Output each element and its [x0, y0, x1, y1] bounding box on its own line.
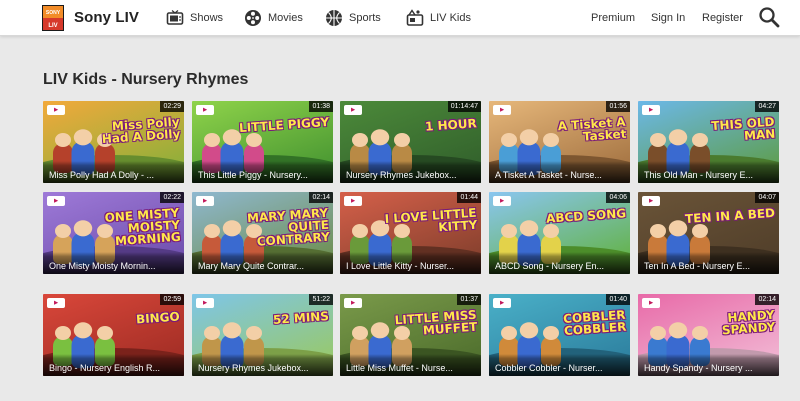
video-card[interactable]: A Tisket A Tasket ▶ 01:56 A Tisket A Tasket…	[489, 101, 630, 183]
video-card[interactable]: COBBLER COBBLER ▶ 01:40 Cobbler Cobbler - N…	[489, 294, 630, 376]
video-card[interactable]: TEN IN A BED ▶ 04:07 Ten In A Bed - Nursery…	[638, 192, 779, 274]
liv-kids-badge-icon: ▶	[47, 196, 65, 206]
video-card[interactable]: MARY MARY QUITE CONTRARY ▶ 02:14 Mary Mary …	[192, 192, 333, 274]
video-title[interactable]: This Little Piggy - Nursery...	[192, 161, 333, 183]
video-card[interactable]: ONE MISTY MOISTY MORNING ▶ 02:22 One Misty …	[43, 192, 184, 274]
nav-sports-label: Sports	[349, 12, 381, 24]
svg-text:SONY: SONY	[46, 10, 61, 16]
ball-icon	[326, 10, 342, 26]
video-title[interactable]: Miss Polly Had A Dolly - ...	[43, 161, 184, 183]
video-card[interactable]: LITTLE PIGGY ▶ 01:38 This Little Piggy - Nu…	[192, 101, 333, 183]
svg-text:LIV: LIV	[48, 23, 57, 29]
sony-liv-logo-icon[interactable]: SONY LIV	[42, 5, 64, 31]
liv-kids-badge-icon: ▶	[642, 196, 660, 206]
video-duration: 01:44	[457, 192, 481, 203]
video-card[interactable]: THIS OLD MAN ▶ 04:27 This Old Man - Nursery…	[638, 101, 779, 183]
thumbnail-art-title: 52 MINS	[272, 309, 330, 327]
thumbnail-art-title: ONE MISTY MOISTY MORNING	[104, 205, 182, 249]
video-duration: 01:14:47	[447, 101, 481, 112]
liv-kids-badge-icon: ▶	[47, 298, 65, 308]
video-duration: 01:40	[606, 294, 630, 305]
liv-kids-badge-icon: ▶	[344, 298, 362, 308]
nav-premium[interactable]: Premium	[591, 8, 635, 28]
video-duration: 02:59	[160, 294, 184, 305]
video-title[interactable]: One Misty Moisty Mornin...	[43, 252, 184, 274]
video-card[interactable]: Miss Polly Had A Dolly ▶ 02:29 Miss Polly H…	[43, 101, 184, 183]
video-duration: 04:07	[755, 192, 779, 203]
brand-name[interactable]: Sony LIV	[74, 9, 139, 26]
search-icon[interactable]	[758, 6, 780, 28]
thumbnail-art-title: MARY MARY QUITE CONTRARY	[246, 205, 331, 249]
video-card[interactable]: HANDY SPANDY ▶ 02:14 Handy Spandy - Nursery…	[638, 294, 779, 376]
video-title[interactable]: Handy Spandy - Nursery ...	[638, 354, 779, 376]
video-grid: Miss Polly Had A Dolly ▶ 02:29 Miss Polly H…	[43, 101, 783, 381]
top-navbar: SONY LIV Sony LIV Shows Movies Sports LI…	[0, 0, 800, 36]
video-title[interactable]: Ten In A Bed - Nursery E...	[638, 252, 779, 274]
video-title[interactable]: Bingo - Nursery English R...	[43, 354, 184, 376]
kids-icon	[406, 9, 424, 26]
video-title[interactable]: ABCD Song - Nursery En...	[489, 252, 630, 274]
video-card[interactable]: 52 MINS ▶ 51:22 Nursery Rhymes Jukebox...	[192, 294, 333, 376]
liv-kids-badge-icon: ▶	[493, 105, 511, 115]
video-card[interactable]: LITTLE MISS MUFFET ▶ 01:37 Little Miss Muff…	[340, 294, 481, 376]
nav-shows-label: Shows	[190, 12, 224, 24]
video-duration: 02:29	[160, 101, 184, 112]
video-title[interactable]: Cobbler Cobbler - Nurser...	[489, 354, 630, 376]
video-title[interactable]: I Love Little Kitty - Nurser...	[340, 252, 481, 274]
liv-kids-badge-icon: ▶	[47, 105, 65, 115]
video-duration: 04:27	[755, 101, 779, 112]
nav-register[interactable]: Register	[702, 8, 743, 28]
nav-sports[interactable]: Sports	[325, 8, 381, 28]
video-title[interactable]: Little Miss Muffet - Nurse...	[340, 354, 481, 376]
liv-kids-badge-icon: ▶	[642, 105, 660, 115]
video-duration: 04:06	[606, 192, 630, 203]
video-title[interactable]: Nursery Rhymes Jukebox...	[192, 354, 333, 376]
video-title[interactable]: Mary Mary Quite Contrar...	[192, 252, 333, 274]
liv-kids-badge-icon: ▶	[196, 196, 214, 206]
video-duration: 02:14	[755, 294, 779, 305]
video-duration: 51:22	[309, 294, 333, 305]
nav-movies[interactable]: Movies	[244, 8, 303, 28]
nav-movies-label: Movies	[268, 12, 303, 24]
video-card[interactable]: 1 HOUR ▶ 01:14:47 Nursery Rhymes Jukebox...	[340, 101, 481, 183]
video-title[interactable]: Nursery Rhymes Jukebox...	[340, 161, 481, 183]
video-duration: 01:37	[457, 294, 481, 305]
thumbnail-art-title: 1 HOUR	[424, 116, 478, 134]
video-card[interactable]: BINGO ▶ 02:59 Bingo - Nursery English R...	[43, 294, 184, 376]
video-card[interactable]: I LOVE LITTLE KITTY ▶ 01:44 I Love Little K…	[340, 192, 481, 274]
video-duration: 01:38	[309, 101, 333, 112]
liv-kids-badge-icon: ▶	[642, 298, 660, 308]
video-title[interactable]: This Old Man - Nursery E...	[638, 161, 779, 183]
section-title: LIV Kids - Nursery Rhymes	[43, 71, 249, 88]
thumbnail-art-title: BINGO	[135, 309, 181, 327]
video-duration: 02:22	[160, 192, 184, 203]
film-reel-icon	[245, 10, 261, 26]
liv-kids-badge-icon: ▶	[196, 298, 214, 308]
liv-kids-badge-icon: ▶	[344, 196, 362, 206]
tv-icon	[166, 10, 184, 25]
liv-kids-badge-icon: ▶	[344, 105, 362, 115]
liv-kids-badge-icon: ▶	[493, 196, 511, 206]
video-duration: 02:14	[309, 192, 333, 203]
nav-liv-kids-label: LIV Kids	[430, 12, 471, 24]
nav-liv-kids[interactable]: LIV Kids	[406, 8, 471, 28]
liv-kids-badge-icon: ▶	[493, 298, 511, 308]
video-card[interactable]: ABCD SONG ▶ 04:06 ABCD Song - Nursery En...	[489, 192, 630, 274]
liv-kids-badge-icon: ▶	[196, 105, 214, 115]
nav-sign-in[interactable]: Sign In	[651, 8, 685, 28]
video-title[interactable]: A Tisket A Tasket - Nurse...	[489, 161, 630, 183]
nav-shows[interactable]: Shows	[166, 8, 223, 28]
video-duration: 01:56	[606, 101, 630, 112]
